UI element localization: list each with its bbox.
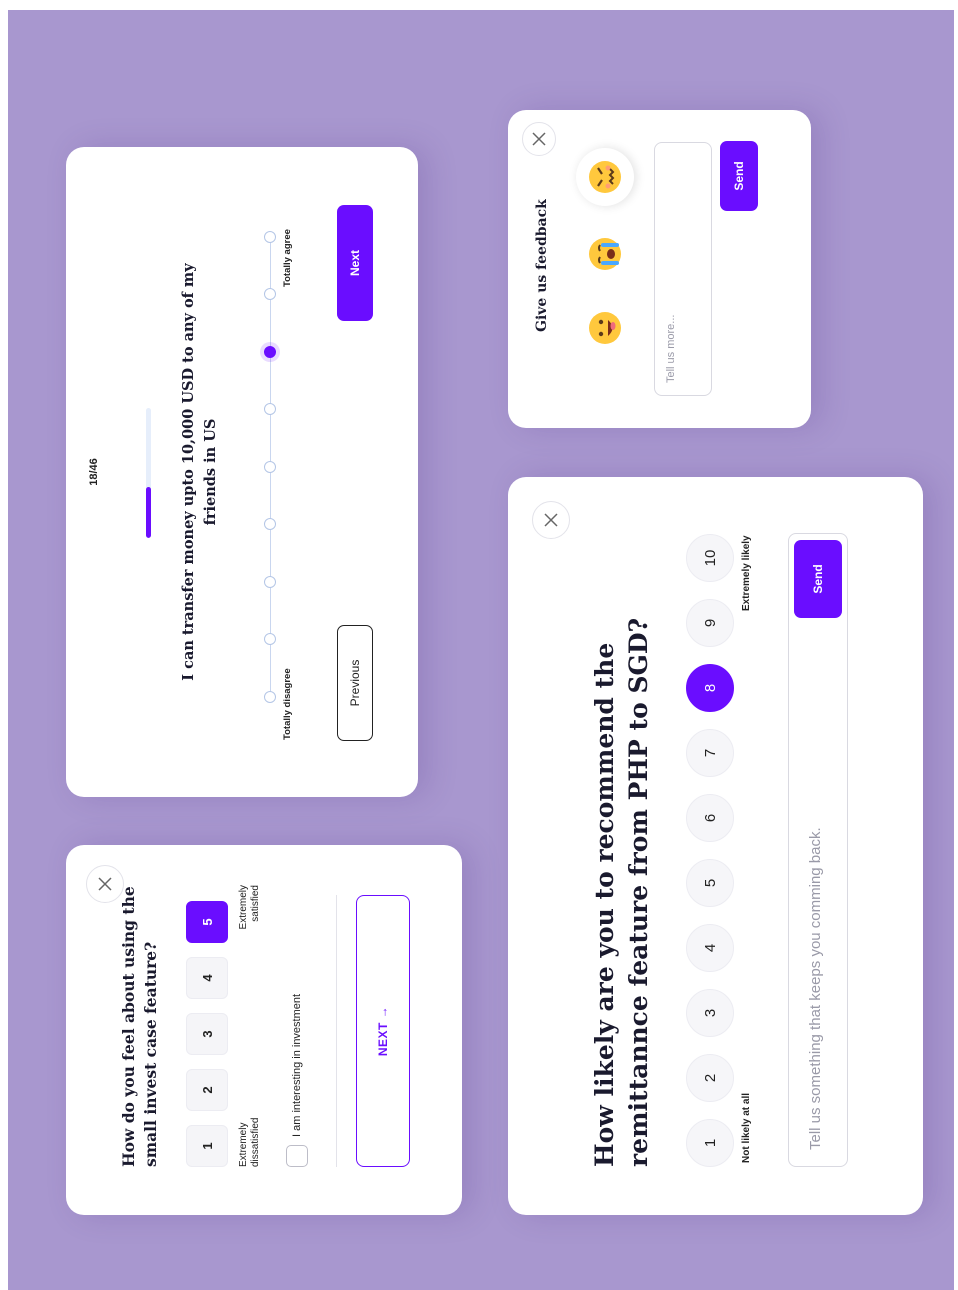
- scale-point-2[interactable]: [264, 633, 276, 646]
- angry-face-icon[interactable]: [576, 148, 634, 206]
- progress-counter: 18/46: [88, 458, 100, 486]
- scale-point-5[interactable]: [264, 461, 276, 473]
- agreement-scale: [261, 231, 281, 703]
- feedback-input[interactable]: Tell us more...: [654, 142, 712, 396]
- close-button[interactable]: [532, 501, 570, 539]
- next-button[interactable]: Next: [337, 205, 373, 321]
- nps-option-3[interactable]: 3: [686, 989, 734, 1037]
- nps-option-8[interactable]: 8: [686, 664, 734, 712]
- scale-max-label: Totally agree: [282, 229, 293, 287]
- send-button[interactable]: Send: [720, 141, 758, 211]
- investment-checkbox[interactable]: [286, 1145, 308, 1167]
- next-button[interactable]: NEXT →: [356, 895, 410, 1167]
- canvas-background: How do you feel about using the small in…: [8, 10, 954, 1290]
- survey-question: How do you feel about using the small in…: [119, 886, 160, 1167]
- nps-option-10[interactable]: 10: [686, 534, 734, 582]
- nps-option-9[interactable]: 9: [686, 599, 734, 647]
- nps-max-label: Extremely likely: [741, 535, 752, 611]
- survey-statement: I can transfer money upto 10,000 USD to …: [180, 263, 219, 681]
- nps-card: How likely are you to recommend the remi…: [508, 477, 923, 1215]
- scale-point-8[interactable]: [264, 288, 276, 301]
- rating-option-1[interactable]: 1: [186, 1125, 228, 1167]
- divider: [336, 895, 337, 1167]
- agree-scale-card: 18/46 I can transfer money upto 10,000 U…: [66, 147, 418, 797]
- send-button[interactable]: Send: [794, 540, 842, 618]
- checkbox-label: I am interesting in investment: [291, 993, 303, 1137]
- nps-option-2[interactable]: 2: [686, 1054, 734, 1102]
- invest-survey-card: How do you feel about using the small in…: [66, 845, 462, 1215]
- nps-scale: 1 2 3 4 5 6 7 8 9 10: [686, 534, 734, 1167]
- scale-point-7[interactable]: [264, 346, 276, 358]
- close-icon: [544, 513, 558, 527]
- investment-checkbox-row[interactable]: I am interesting in investment: [286, 994, 308, 1167]
- scale-point-4[interactable]: [264, 518, 276, 531]
- nps-min-label: Not likely at all: [741, 1092, 752, 1163]
- nps-option-6[interactable]: 6: [686, 794, 734, 842]
- feedback-title: Give us feedback: [534, 199, 550, 332]
- emoji-options: [576, 148, 634, 354]
- close-button[interactable]: [522, 122, 556, 156]
- scale-point-3[interactable]: [264, 576, 276, 588]
- close-icon: [532, 132, 546, 146]
- grinning-face-icon[interactable]: [579, 302, 631, 354]
- scale-point-1[interactable]: [264, 691, 276, 703]
- rating-option-5[interactable]: 5: [186, 901, 228, 943]
- nps-option-5[interactable]: 5: [686, 859, 734, 907]
- nps-comment-input[interactable]: Tell us something that keeps you comming…: [788, 533, 848, 1167]
- scale-min-label: Totally disagree: [282, 668, 293, 740]
- progress-bar-fill: [146, 487, 151, 538]
- rating-option-4[interactable]: 4: [186, 957, 228, 999]
- rating-options: 1 2 3 4 5: [186, 901, 228, 1167]
- nps-option-7[interactable]: 7: [686, 729, 734, 777]
- rating-min-label: Extremely dissatisfied: [238, 1117, 261, 1167]
- rating-option-3[interactable]: 3: [186, 1013, 228, 1055]
- scale-point-9[interactable]: [264, 231, 276, 243]
- progress-bar: [146, 408, 151, 538]
- scale-point-6[interactable]: [264, 403, 276, 416]
- close-icon: [98, 877, 112, 891]
- rating-option-2[interactable]: 2: [186, 1069, 228, 1111]
- nps-option-1[interactable]: 1: [686, 1119, 734, 1167]
- rating-max-label: Extremely satisfied: [238, 885, 261, 930]
- crying-face-icon[interactable]: [579, 228, 631, 280]
- nps-option-4[interactable]: 4: [686, 924, 734, 972]
- feedback-card: Give us feedback Tell us more... Send: [508, 110, 811, 428]
- nps-question: How likely are you to recommend the remi…: [590, 617, 653, 1167]
- previous-button[interactable]: Previous: [337, 625, 373, 741]
